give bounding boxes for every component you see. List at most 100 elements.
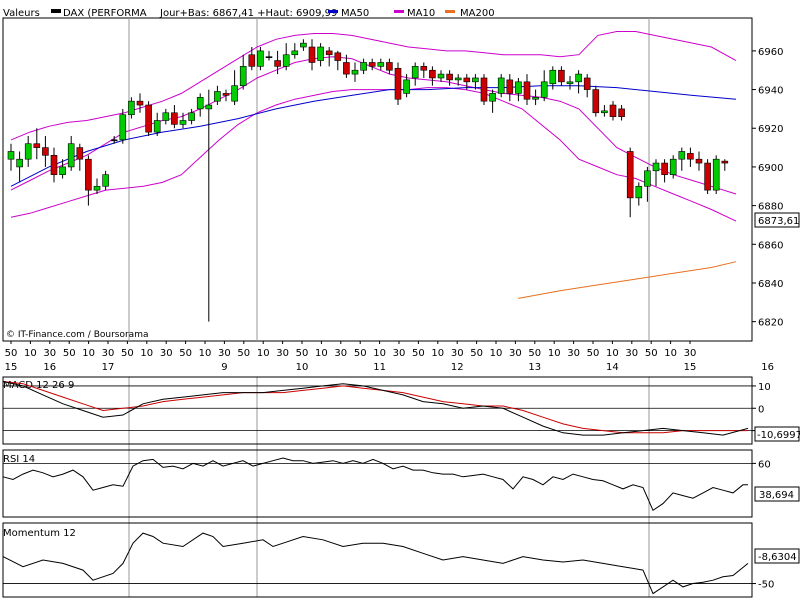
- time-minute-label: 10: [199, 348, 212, 359]
- time-day-label: 10: [296, 362, 309, 373]
- legend-ma200-label: MA200: [460, 8, 495, 19]
- time-minute-label: 30: [43, 348, 56, 359]
- price-y-tick-label: 6820: [758, 318, 783, 329]
- candle-body: [609, 104, 617, 117]
- time-minute-label: 30: [451, 348, 464, 359]
- candle-body: [282, 54, 290, 67]
- time-day-label: 12: [451, 362, 464, 373]
- time-minute-label: 50: [645, 348, 658, 359]
- time-day-label: 13: [528, 362, 541, 373]
- candle-body: [205, 104, 213, 110]
- time-minute-label: 30: [625, 348, 638, 359]
- time-minute-label: 50: [121, 348, 134, 359]
- time-day-label: 14: [606, 362, 619, 373]
- time-minute-label: 10: [373, 348, 386, 359]
- candle-body: [196, 96, 204, 110]
- time-minute-label: 30: [160, 348, 173, 359]
- last-price-box: 6873,61: [754, 212, 800, 228]
- candle-body: [704, 162, 711, 191]
- time-minute-label: 50: [587, 348, 600, 359]
- candle-body: [24, 143, 32, 160]
- candle-body: [403, 79, 410, 94]
- candle-body: [635, 185, 643, 199]
- candle-body: [231, 85, 238, 102]
- time-minute-label: 30: [567, 348, 580, 359]
- legend-ma10-label: MA10: [407, 8, 435, 19]
- macd-value-label: -10,6997: [757, 430, 800, 441]
- candle-body: [463, 77, 471, 83]
- candle-body: [420, 66, 428, 71]
- candle-body: [489, 93, 496, 102]
- time-minute-label: 30: [276, 348, 289, 359]
- panel-y-tick-label: 0: [758, 404, 764, 415]
- time-day-label: 16: [43, 362, 56, 373]
- candle-body: [652, 162, 660, 172]
- candle-body: [76, 147, 84, 160]
- time-minute-label: 50: [354, 348, 367, 359]
- time-minute-label: 30: [684, 348, 697, 359]
- time-minute-label: 50: [528, 348, 541, 359]
- candle-body: [454, 77, 462, 81]
- instrument-swatch: [51, 9, 61, 13]
- time-day-label: 15: [684, 362, 697, 373]
- candle-body: [411, 66, 419, 79]
- candle-body: [145, 104, 152, 133]
- candle-body: [162, 112, 170, 121]
- candle-body: [239, 66, 247, 86]
- time-minute-label: 30: [218, 348, 231, 359]
- candle-body: [59, 166, 66, 175]
- price-y-tick-label: 6920: [758, 124, 783, 135]
- time-minute-label: 10: [257, 348, 270, 359]
- price-y-tick-label: 6840: [758, 279, 783, 290]
- price-y-tick-label: 6960: [758, 47, 783, 58]
- candle-body: [386, 62, 393, 71]
- candle-body: [7, 151, 15, 160]
- momentum-title: Momentum 12: [3, 528, 76, 539]
- candle-body: [42, 147, 49, 156]
- candle-body: [446, 73, 453, 81]
- time-day-label: 9: [221, 362, 227, 373]
- legend-ma200-swatch: [445, 10, 455, 13]
- candle-body: [16, 158, 23, 168]
- candle-body: [532, 96, 539, 100]
- instrument-name: DAX (PERFORMA: [63, 8, 147, 19]
- time-minute-label: 10: [24, 348, 37, 359]
- panel-y-tick-label: -50: [758, 580, 774, 591]
- rsi-value-label: 38,694: [759, 490, 794, 501]
- candle-body: [179, 120, 187, 125]
- candle-body: [626, 151, 634, 199]
- candle-body: [566, 81, 574, 85]
- candle-body: [171, 112, 178, 125]
- candle-body: [523, 81, 531, 100]
- price-y-tick-label: 6940: [758, 86, 783, 97]
- candle-body: [274, 60, 281, 67]
- candle-body: [93, 185, 101, 191]
- time-minute-label: 10: [606, 348, 619, 359]
- candle-body: [33, 143, 41, 148]
- candle-body: [695, 158, 703, 164]
- time-minute-label: 10: [140, 348, 153, 359]
- time-minute-label: 30: [393, 348, 406, 359]
- candle-body: [343, 62, 350, 75]
- candle-body: [248, 54, 256, 67]
- candle-body: [549, 69, 557, 85]
- watermark: © IT-Finance.com / Boursorama: [6, 330, 148, 340]
- candle-body: [188, 112, 195, 121]
- header-valeurs-label: Valeurs: [3, 8, 40, 19]
- candle-body: [575, 73, 582, 83]
- candle-body: [644, 170, 651, 187]
- candle-body: [661, 162, 668, 175]
- candle-body: [583, 77, 591, 90]
- time-minute-label: 30: [509, 348, 522, 359]
- candle-body: [669, 158, 677, 175]
- candle-body: [153, 120, 161, 133]
- time-minute-label: 10: [548, 348, 561, 359]
- candle-body: [360, 62, 367, 71]
- price-y-tick-label: 6900: [758, 163, 783, 174]
- day-range-text: Jour+Bas: 6867,41 +Haut: 6909,99: [159, 8, 337, 19]
- candle-body: [429, 69, 436, 79]
- candle-body: [394, 67, 402, 100]
- candle-body: [377, 62, 385, 67]
- candle-body: [291, 50, 299, 56]
- candle-body: [214, 91, 221, 102]
